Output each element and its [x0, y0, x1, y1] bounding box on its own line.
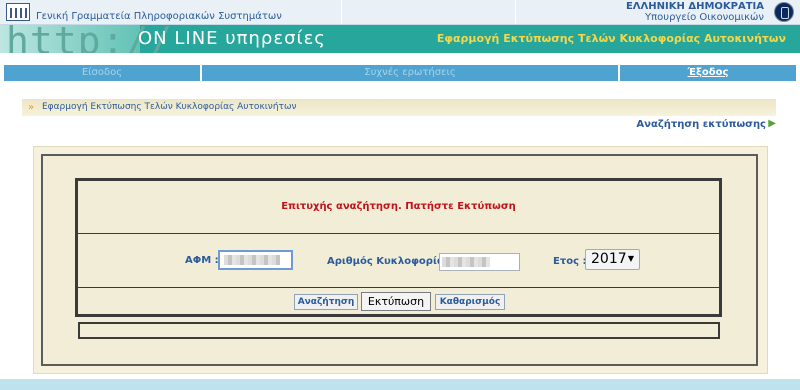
nav-login[interactable]: Είσοδος [4, 65, 200, 81]
banner-app-title: Εφαρμογή Εκτύπωσης Τελών Κυκλοφορίας Αυτ… [436, 32, 786, 45]
greek-crest-icon [774, 2, 794, 22]
online-services-banner: http:// ON LINE υπηρεσίες Εφαρμογή Εκτύπ… [0, 25, 800, 53]
caret-down-icon: ▼ [627, 254, 634, 263]
top-header: Γενική Γραμματεία Πληροφοριακών Συστημάτ… [0, 0, 800, 25]
afm-label: ΑΦΜ : [185, 255, 219, 266]
plate-label: Αριθμός Κυκλοφορίας : [327, 256, 458, 267]
double-chevron-right-icon: » [28, 102, 35, 113]
org-name: Γενική Γραμματεία Πληροφοριακών Συστημάτ… [36, 11, 282, 22]
search-button[interactable]: Αναζήτηση [294, 294, 358, 310]
redacted-value [224, 255, 280, 265]
form-footer [78, 322, 720, 339]
clear-button[interactable]: Καθαρισμός [435, 294, 505, 310]
header-divider [515, 0, 516, 24]
government-name: ΕΛΛΗΝΙΚΗ ΔΗΜΟΚΡΑΤΙΑ [625, 1, 764, 12]
breadcrumb-title: Εφαρμογή Εκτύπωσης Τελών Κυκλοφορίας Αυτ… [42, 102, 297, 112]
header-divider [341, 0, 342, 24]
gsis-logo-icon [6, 3, 30, 21]
year-value: 2017 [591, 251, 627, 267]
ministry-name: Υπουργείο Οικονομικών [645, 12, 764, 23]
form-divider [78, 287, 719, 288]
page-footer-bar [0, 379, 800, 390]
form-divider [78, 233, 719, 234]
print-button[interactable]: Εκτύπωση [361, 292, 431, 311]
search-print-link[interactable]: Αναζήτηση εκτύπωσης [636, 119, 766, 130]
year-select[interactable]: 2017 ▼ [585, 249, 640, 270]
nav-faq[interactable]: Συχνές ερωτήσεις [202, 65, 618, 81]
afm-input[interactable] [218, 250, 293, 270]
year-label: Ετος : [553, 256, 587, 267]
nav-logout[interactable]: Έξοδος [620, 65, 796, 81]
banner-online-text: ON LINE υπηρεσίες [138, 28, 326, 49]
triangle-right-icon: ▶ [768, 118, 776, 129]
plate-input[interactable] [439, 253, 520, 271]
status-message: Επιτυχής αναζήτηση. Πατήστε Εκτύπωση [281, 201, 516, 212]
breadcrumb: » Εφαρμογή Εκτύπωσης Τελών Κυκλοφορίας Α… [22, 99, 776, 116]
main-nav: Είσοδος Συχνές ερωτήσεις Έξοδος [4, 65, 796, 81]
redacted-value [442, 257, 490, 267]
